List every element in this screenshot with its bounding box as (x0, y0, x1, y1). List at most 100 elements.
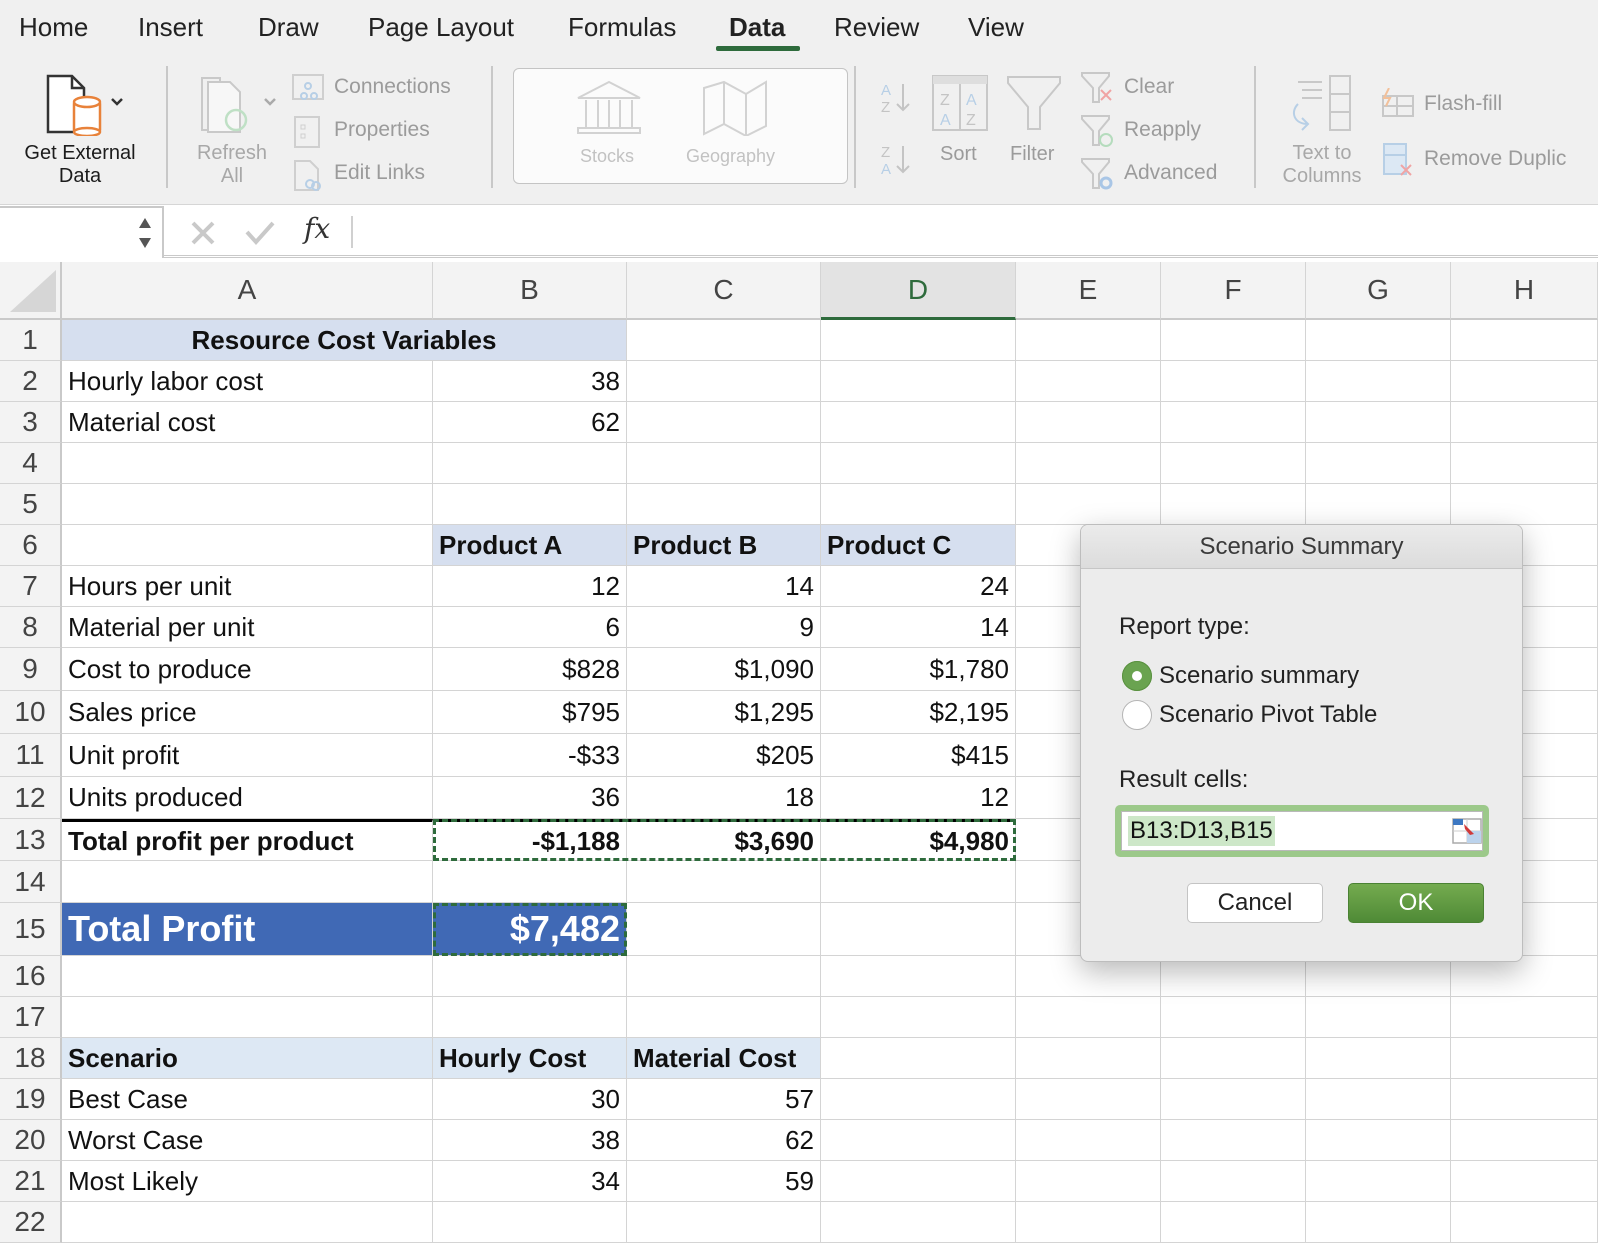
empty-cell[interactable] (627, 956, 821, 997)
empty-cell[interactable] (1306, 1202, 1451, 1243)
empty-cell[interactable] (627, 402, 821, 443)
row-header-18[interactable]: 18 (0, 1038, 62, 1079)
row-header-14[interactable]: 14 (0, 861, 62, 903)
cell-a20[interactable]: Worst Case (62, 1120, 433, 1161)
cell-b15[interactable]: $7,482 (433, 903, 627, 956)
empty-cell[interactable] (1306, 997, 1451, 1038)
select-all-corner[interactable] (0, 262, 62, 320)
empty-cell[interactable] (1451, 443, 1598, 484)
empty-cell[interactable] (1451, 1161, 1598, 1202)
row-header-22[interactable]: 22 (0, 1202, 62, 1243)
empty-cell[interactable] (821, 320, 1016, 361)
empty-cell[interactable] (1016, 443, 1161, 484)
empty-cell[interactable] (1016, 484, 1161, 525)
cell-a7[interactable]: Hours per unit (62, 566, 433, 607)
cell-a9[interactable]: Cost to produce (62, 648, 433, 691)
empty-cell[interactable] (1306, 1038, 1451, 1079)
column-header-a[interactable]: A (62, 262, 433, 320)
empty-cell[interactable] (627, 361, 821, 402)
cell-b13[interactable]: -$1,188 (433, 819, 627, 861)
empty-cell[interactable] (627, 903, 821, 956)
row-header-19[interactable]: 19 (0, 1079, 62, 1120)
empty-cell[interactable] (1161, 484, 1306, 525)
empty-cell[interactable] (821, 997, 1016, 1038)
column-header-g[interactable]: G (1306, 262, 1451, 320)
tab-review[interactable]: Review (834, 12, 919, 43)
cell-a10[interactable]: Sales price (62, 691, 433, 734)
empty-cell[interactable] (1016, 1038, 1161, 1079)
empty-cell[interactable] (1016, 997, 1161, 1038)
cell-d13[interactable]: $4,980 (821, 819, 1016, 861)
empty-cell[interactable] (62, 956, 433, 997)
cell-a18[interactable]: Scenario (62, 1038, 433, 1079)
cell-c7[interactable]: 14 (627, 566, 821, 607)
cell-b12[interactable]: 36 (433, 777, 627, 819)
empty-cell[interactable] (1016, 402, 1161, 443)
empty-cell[interactable] (1451, 402, 1598, 443)
empty-cell[interactable] (1451, 320, 1598, 361)
cell-a12[interactable]: Units produced (62, 777, 433, 819)
row-header-11[interactable]: 11 (0, 734, 62, 777)
row-header-8[interactable]: 8 (0, 607, 62, 648)
name-box-stepper-icon[interactable] (136, 214, 154, 252)
empty-cell[interactable] (1016, 956, 1161, 997)
cell-b18[interactable]: Hourly Cost (433, 1038, 627, 1079)
empty-cell[interactable] (433, 997, 627, 1038)
empty-cell[interactable] (1161, 361, 1306, 402)
cell-a11[interactable]: Unit profit (62, 734, 433, 777)
empty-cell[interactable] (1451, 1120, 1598, 1161)
empty-cell[interactable] (1306, 443, 1451, 484)
cell-b20[interactable]: 38 (433, 1120, 627, 1161)
empty-cell[interactable] (1306, 1120, 1451, 1161)
empty-cell[interactable] (1451, 956, 1598, 997)
empty-cell[interactable] (1306, 1079, 1451, 1120)
empty-cell[interactable] (1016, 1079, 1161, 1120)
empty-cell[interactable] (1161, 443, 1306, 484)
empty-cell[interactable] (821, 956, 1016, 997)
scenario-pivot-table-radio[interactable] (1122, 700, 1152, 730)
empty-cell[interactable] (1451, 1079, 1598, 1120)
cell-a13[interactable]: Total profit per product (62, 819, 433, 861)
empty-cell[interactable] (433, 861, 627, 903)
tab-page-layout[interactable]: Page Layout (368, 12, 514, 43)
cell-b6[interactable]: Product A (433, 525, 627, 566)
empty-cell[interactable] (1161, 956, 1306, 997)
empty-cell[interactable] (1161, 1038, 1306, 1079)
empty-cell[interactable] (821, 1079, 1016, 1120)
empty-cell[interactable] (1451, 1202, 1598, 1243)
cell-b21[interactable]: 34 (433, 1161, 627, 1202)
empty-cell[interactable] (821, 361, 1016, 402)
empty-cell[interactable] (627, 320, 821, 361)
tab-view[interactable]: View (968, 12, 1024, 43)
empty-cell[interactable] (62, 1202, 433, 1243)
empty-cell[interactable] (62, 997, 433, 1038)
column-header-h[interactable]: H (1451, 262, 1598, 320)
empty-cell[interactable] (1161, 997, 1306, 1038)
cell-c11[interactable]: $205 (627, 734, 821, 777)
column-header-f[interactable]: F (1161, 262, 1306, 320)
row-header-6[interactable]: 6 (0, 525, 62, 566)
empty-cell[interactable] (627, 861, 821, 903)
cell-b2[interactable]: 38 (433, 361, 627, 402)
empty-cell[interactable] (62, 861, 433, 903)
empty-cell[interactable] (1016, 1202, 1161, 1243)
tab-draw[interactable]: Draw (258, 12, 319, 43)
cell-d7[interactable]: 24 (821, 566, 1016, 607)
cell-a19[interactable]: Best Case (62, 1079, 433, 1120)
empty-cell[interactable] (1016, 1161, 1161, 1202)
cell-a3[interactable]: Material cost (62, 402, 433, 443)
row-header-2[interactable]: 2 (0, 361, 62, 402)
row-header-16[interactable]: 16 (0, 956, 62, 997)
empty-cell[interactable] (1306, 1161, 1451, 1202)
empty-cell[interactable] (1016, 361, 1161, 402)
cell-b19[interactable]: 30 (433, 1079, 627, 1120)
empty-cell[interactable] (627, 1202, 821, 1243)
name-box[interactable] (0, 206, 164, 258)
empty-cell[interactable] (1161, 320, 1306, 361)
cell-b8[interactable]: 6 (433, 607, 627, 648)
row-header-4[interactable]: 4 (0, 443, 62, 484)
empty-cell[interactable] (1161, 1120, 1306, 1161)
cell-c9[interactable]: $1,090 (627, 648, 821, 691)
row-header-3[interactable]: 3 (0, 402, 62, 443)
empty-cell[interactable] (1306, 361, 1451, 402)
